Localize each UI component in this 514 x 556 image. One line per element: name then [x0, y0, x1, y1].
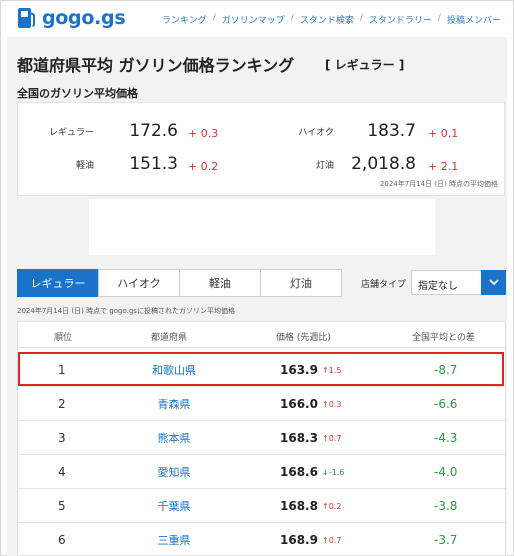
- logo-text: gogo.gs: [42, 7, 126, 29]
- header-price: 価格 (先週比): [276, 333, 331, 343]
- tab-kerosene[interactable]: 灯油: [260, 269, 342, 297]
- national-average-heading: 全国のガソリン平均価格: [17, 87, 138, 100]
- diesel-change: + 0.2: [188, 160, 219, 173]
- rank-cell: 1: [58, 363, 66, 377]
- nav-separator: /: [437, 13, 441, 23]
- rank-cell: 2: [58, 397, 66, 411]
- prefecture-link[interactable]: 和歌山県: [148, 353, 200, 387]
- diesel-price: 151.3: [129, 154, 178, 174]
- main-nav: ランキング / ガソリンマップ / スタンド検索 / スタンドラリー / 投稿メ…: [162, 13, 501, 26]
- tab-regular[interactable]: レギュラー: [17, 269, 99, 297]
- prefecture-link[interactable]: 熊本県: [148, 421, 200, 455]
- nav-ranking[interactable]: ランキング: [162, 13, 207, 26]
- table-row: 1 和歌山県 163.9 ↑1.5 -8.7: [18, 353, 505, 387]
- nav-members[interactable]: 投稿メンバー: [447, 13, 501, 26]
- nav-separator: /: [359, 13, 363, 23]
- national-diff-cell: -6.6: [434, 397, 458, 411]
- fuel-tabs: レギュラー ハイオク 軽油 灯油: [17, 269, 342, 297]
- ad-placeholder: [89, 199, 435, 255]
- regular-change: + 0.3: [188, 127, 219, 140]
- header-prefecture: 都道府県: [151, 333, 188, 343]
- header: gogo.gs ランキング / ガソリンマップ / スタンド検索 / スタンドラ…: [1, 1, 513, 37]
- national-diff-cell: -4.3: [434, 431, 458, 445]
- rank-cell: 6: [58, 533, 66, 547]
- chevron-down-icon[interactable]: [481, 270, 506, 295]
- highoctane-price: 183.7: [367, 121, 416, 141]
- price-cell: 168.8: [280, 499, 318, 513]
- fuel-type-tag: [ レギュラー ]: [325, 58, 405, 72]
- price-cell: 168.6: [280, 465, 318, 479]
- kerosene-price: 2,018.8: [351, 154, 416, 174]
- price-cell: 168.3: [280, 431, 318, 445]
- prefecture-link[interactable]: 青森県: [148, 387, 200, 421]
- rank-cell: 5: [58, 499, 66, 513]
- weekly-change: ↑0.7: [322, 433, 342, 443]
- header-diff: 全国平均との差: [412, 333, 475, 343]
- table-row: 5 千葉県 168.8 ↑0.2 -3.8: [18, 489, 505, 523]
- rank-cell: 3: [58, 431, 66, 445]
- nav-station-rally[interactable]: スタンドラリー: [369, 13, 432, 26]
- page-frame: gogo.gs ランキング / ガソリンマップ / スタンド検索 / スタンドラ…: [0, 0, 514, 556]
- weekly-change: ↓-1.6: [322, 467, 345, 477]
- store-type-select[interactable]: 指定なし: [411, 270, 506, 295]
- rank-cell: 4: [58, 465, 66, 479]
- national-diff-cell: -8.7: [434, 363, 458, 377]
- prefecture-link[interactable]: 愛知県: [148, 455, 200, 489]
- national-diff-cell: -3.8: [434, 499, 458, 513]
- kerosene-change: + 2.1: [428, 160, 459, 173]
- table-row: 3 熊本県 168.3 ↑0.7 -4.3: [18, 421, 505, 455]
- price-cell: 168.9: [280, 533, 318, 547]
- national-diff-cell: -4.0: [434, 465, 458, 479]
- ranking-table: 順位 都道府県 価格 (先週比) 全国平均との差 1 和歌山県 163.9 ↑1.5 -…: [17, 321, 506, 556]
- tab-diesel[interactable]: 軽油: [179, 269, 261, 297]
- highoctane-change: + 0.1: [428, 127, 459, 140]
- weekly-change: ↑1.5: [322, 365, 342, 375]
- nav-separator: /: [290, 13, 294, 23]
- nav-separator: /: [212, 13, 216, 23]
- national-asof-note: 2024年7月14日 (日) 時点の平均価格: [379, 180, 498, 188]
- table-asof-note: 2024年7月14日 (日) 時点で gogo.gsに投稿されたガソリン平均価格: [17, 307, 235, 315]
- regular-price: 172.6: [129, 121, 178, 141]
- nav-station-search[interactable]: スタンド検索: [300, 13, 354, 26]
- national-diff-cell: -3.7: [434, 533, 458, 547]
- price-cell: 163.9: [280, 363, 318, 377]
- table-header: 順位 都道府県 価格 (先週比) 全国平均との差: [18, 322, 505, 348]
- page-title: 都道府県平均 ガソリン価格ランキング: [17, 56, 295, 75]
- price-cell: 166.0: [280, 397, 318, 411]
- gas-pump-icon: [17, 7, 37, 29]
- table-row: 4 愛知県 168.6 ↓-1.6 -4.0: [18, 455, 505, 489]
- weekly-change: ↑0.7: [322, 535, 342, 545]
- header-rank: 順位: [54, 333, 73, 343]
- weekly-change: ↑0.3: [322, 399, 342, 409]
- prefecture-link[interactable]: 三重県: [148, 523, 200, 556]
- store-type-label: 店舗タイプ: [361, 280, 407, 290]
- logo[interactable]: gogo.gs: [17, 7, 126, 29]
- tab-highoctane[interactable]: ハイオク: [98, 269, 180, 297]
- table-row: 2 青森県 166.0 ↑0.3 -6.6: [18, 387, 505, 421]
- store-type-value: 指定なし: [418, 281, 458, 292]
- prefecture-link[interactable]: 千葉県: [148, 489, 200, 523]
- nav-gas-map[interactable]: ガソリンマップ: [222, 13, 285, 26]
- weekly-change: ↑0.2: [322, 501, 342, 511]
- table-row: 6 三重県 168.9 ↑0.7 -3.7: [18, 523, 505, 556]
- national-average-card: レギュラー 172.6 + 0.3 ハイオク 183.7 + 0.1 軽油 15…: [17, 102, 505, 196]
